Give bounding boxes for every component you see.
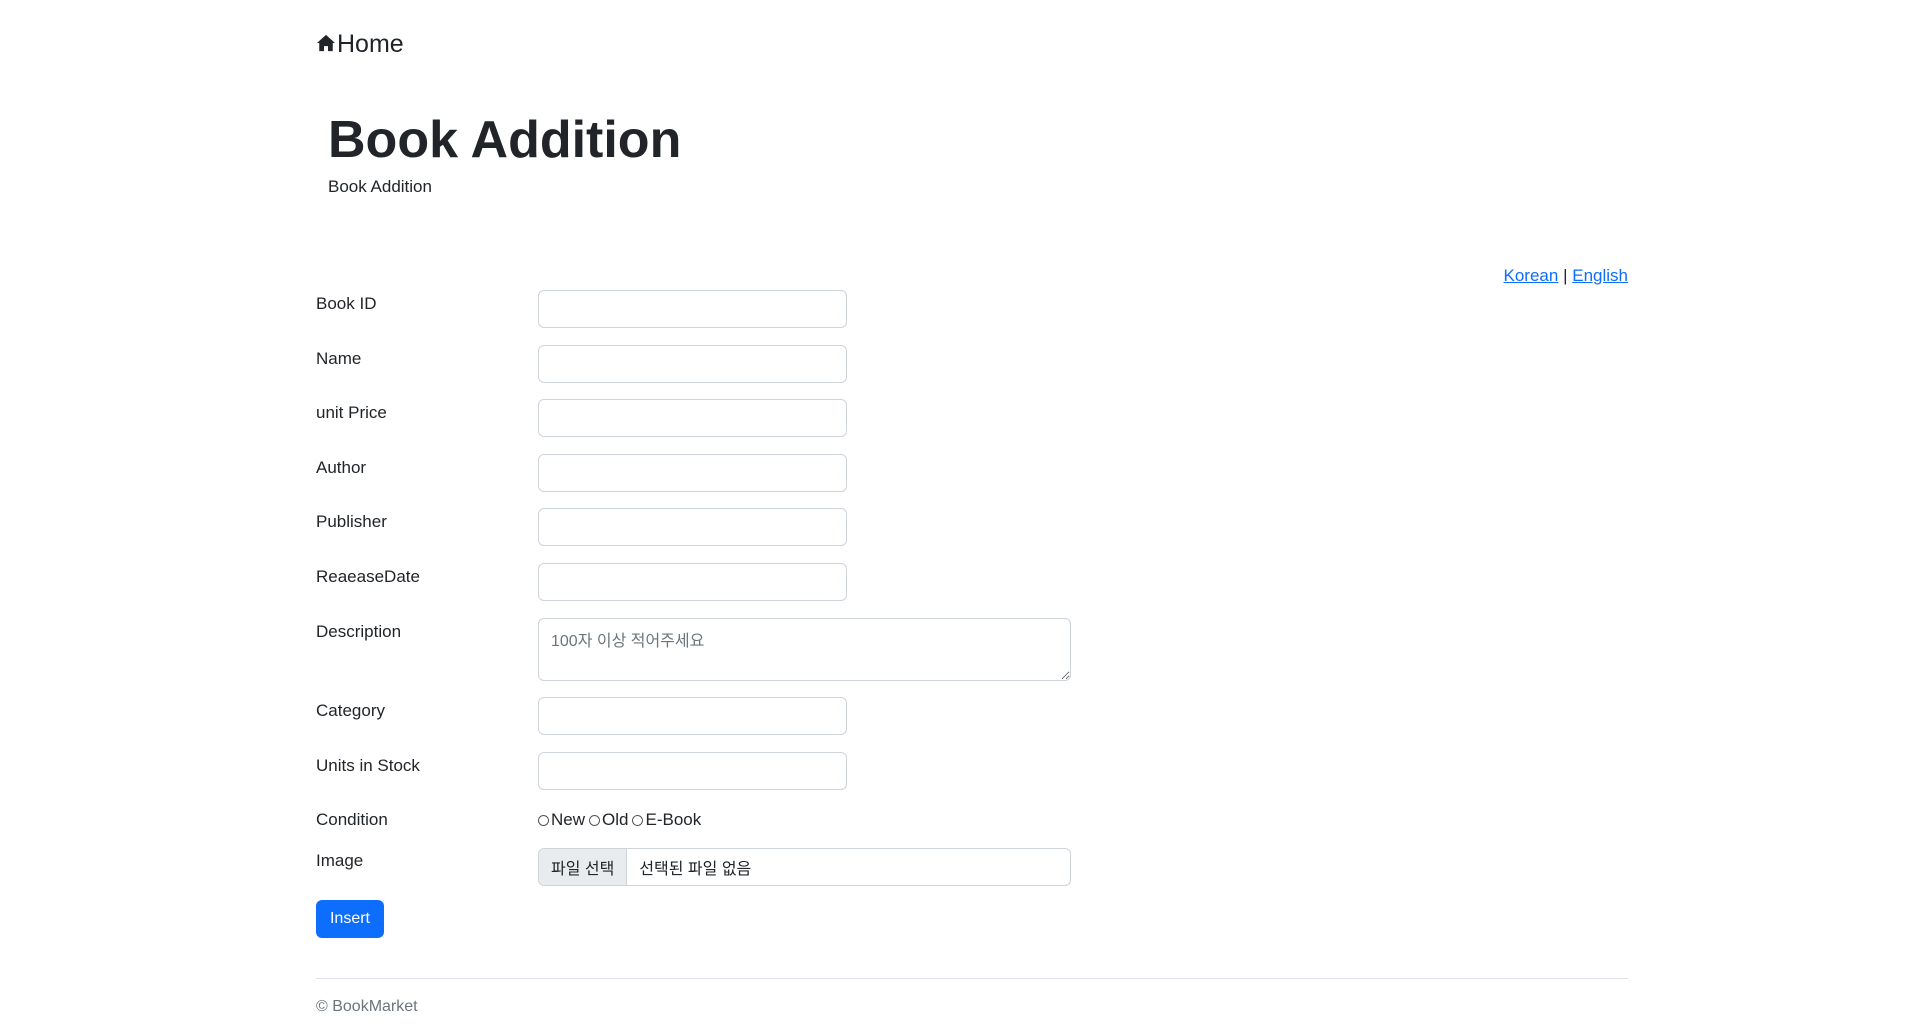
- radio-circle-icon[interactable]: [632, 814, 644, 826]
- footer-copyright: © BookMarket: [316, 998, 418, 1015]
- radio-circle-icon[interactable]: [538, 814, 549, 826]
- insert-button[interactable]: Insert: [316, 900, 384, 938]
- description-textarea[interactable]: [538, 618, 1071, 681]
- choose-file-button[interactable]: 파일 선택: [539, 849, 628, 885]
- publisher-label: Publisher: [316, 512, 387, 531]
- file-status-text: 선택된 파일 없음: [639, 861, 752, 878]
- condition-new-option[interactable]: New: [538, 809, 585, 831]
- language-switcher: Korean | English: [1504, 266, 1628, 286]
- unit-price-input[interactable]: [538, 399, 847, 437]
- radio-circle-icon[interactable]: [589, 814, 601, 826]
- release-date-label: ReaeaseDate: [316, 567, 420, 586]
- release-date-input[interactable]: [538, 563, 847, 601]
- condition-old-label: Old: [602, 810, 629, 829]
- korean-link[interactable]: Korean: [1504, 266, 1559, 285]
- home-icon: [317, 34, 335, 51]
- english-link[interactable]: English: [1572, 266, 1628, 285]
- condition-ebook-option[interactable]: E-Book: [632, 809, 701, 831]
- unit-price-label: unit Price: [316, 403, 387, 422]
- description-label: Description: [316, 622, 402, 641]
- units-in-stock-input[interactable]: [538, 752, 847, 790]
- image-file-input[interactable]: 파일 선택 선택된 파일 없음: [538, 848, 1071, 886]
- image-label: Image: [316, 851, 364, 870]
- home-link[interactable]: Home: [316, 30, 404, 59]
- condition-ebook-label: E-Book: [645, 810, 702, 829]
- name-label: Name: [316, 349, 362, 368]
- units-in-stock-label: Units in Stock: [316, 756, 420, 775]
- home-label[interactable]: Home: [337, 30, 404, 59]
- book-id-label: Book ID: [316, 294, 377, 313]
- category-label: Category: [316, 701, 385, 720]
- page-title: Book Addition: [328, 111, 682, 169]
- author-label: Author: [316, 458, 367, 477]
- condition-old-option[interactable]: Old: [589, 809, 628, 831]
- page-subtitle: Book Addition: [328, 177, 432, 196]
- author-input[interactable]: [538, 454, 847, 492]
- page-container: Home Book Addition Book Addition Korean …: [316, 0, 1628, 1033]
- condition-new-label: New: [551, 810, 586, 829]
- footer-divider: [316, 978, 1628, 979]
- book-id-input[interactable]: [538, 290, 847, 328]
- category-input[interactable]: [538, 697, 847, 735]
- condition-label: Condition: [316, 810, 388, 829]
- name-input[interactable]: [538, 345, 847, 383]
- publisher-input[interactable]: [538, 508, 847, 546]
- condition-radio-group: New Old E-Book: [538, 809, 705, 831]
- language-separator: |: [1563, 266, 1568, 285]
